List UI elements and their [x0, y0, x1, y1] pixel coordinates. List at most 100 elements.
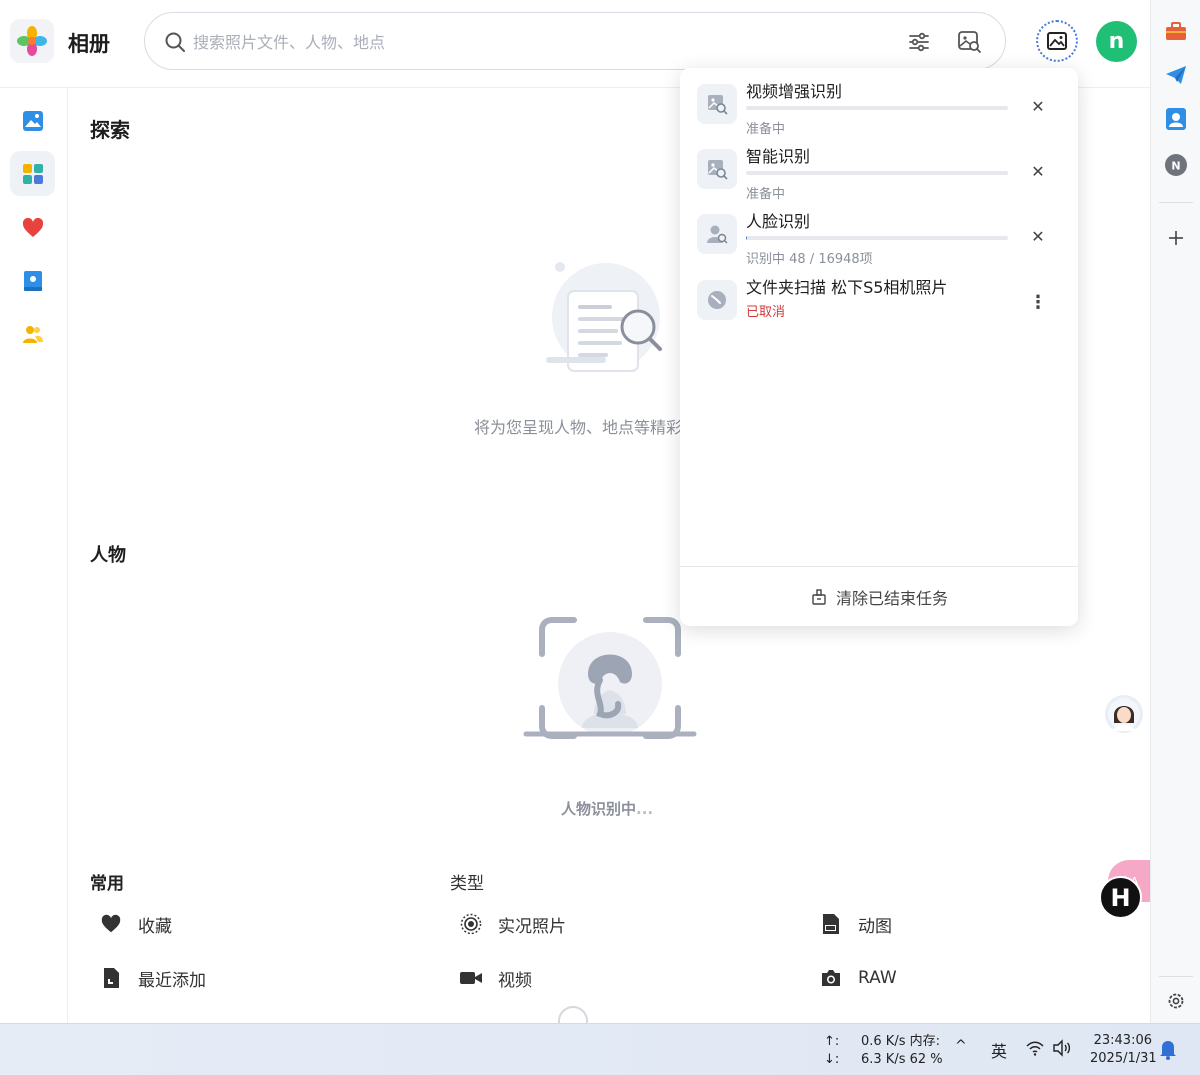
photo-landscape-icon: [22, 110, 43, 131]
send-paper-plane-icon[interactable]: [1163, 62, 1189, 88]
image-search-icon: [697, 84, 737, 124]
nav-photos[interactable]: [10, 98, 55, 143]
broom-clear-icon: [810, 588, 828, 606]
people-status-dots: ...: [636, 800, 654, 818]
image-icon: [1047, 32, 1067, 50]
heart-icon: [98, 911, 124, 937]
nav-shared[interactable]: [10, 311, 55, 356]
category-recently-added[interactable]: 最近添加: [98, 963, 206, 993]
upload-arrow-label: ↑:: [824, 1034, 840, 1049]
live-photo-icon: [458, 911, 484, 937]
clear-finished-tasks-label: 清除已结束任务: [835, 588, 948, 608]
n-extension-label: N: [1171, 160, 1180, 173]
background-tasks-panel: 视频增强识别 准备中 ✕ 智能识别 准备中 ✕ 人脸识别 识别中 48 / 16…: [680, 68, 1078, 626]
system-taskbar: ↑: ↓: 0.6 K/s 内存: 6.3 K/s 62 % ^ 英 23:43…: [0, 1023, 1200, 1075]
people-recognizing-text: 人物识别中...: [561, 798, 653, 819]
n-extension-icon[interactable]: N: [1163, 152, 1189, 178]
task-name: 文件夹扫描 松下S5相机照片: [746, 278, 948, 297]
settings-gear-icon[interactable]: [1163, 988, 1189, 1014]
video-camera-icon: [458, 965, 484, 991]
volume-icon[interactable]: [1052, 1038, 1072, 1058]
category-label: RAW: [858, 968, 897, 988]
task-progress-fill: [746, 236, 747, 240]
task-row: 视频增强识别 准备中 ✕: [680, 68, 1078, 137]
search-box[interactable]: [144, 12, 1006, 70]
show-hidden-icons-chevron-icon[interactable]: ^: [955, 1038, 967, 1054]
recent-file-icon: [98, 965, 124, 991]
task-row: 人脸识别 识别中 48 / 16948项 ✕: [680, 198, 1078, 267]
task-progress-bar: [746, 106, 1008, 110]
app-logo-icon: [10, 19, 54, 63]
category-live-photos[interactable]: 实况照片: [458, 909, 566, 939]
category-videos[interactable]: 视频: [458, 963, 532, 993]
category-label: 动图: [858, 916, 892, 937]
close-icon[interactable]: ✕: [1028, 96, 1048, 116]
net-download-memory: 6.3 K/s 62 %: [861, 1052, 943, 1067]
task-name: 智能识别: [746, 147, 811, 166]
clear-finished-tasks-button[interactable]: 清除已结束任务: [680, 566, 1078, 626]
net-arrows: ↑: ↓:: [824, 1033, 839, 1069]
app-title: 相册: [68, 32, 110, 56]
rail-divider: [1159, 202, 1193, 203]
explore-title: 探索: [90, 118, 130, 142]
filter-sliders-icon[interactable]: [907, 30, 931, 54]
task-row: 文件夹扫描 松下S5相机照片 已取消 ⋮: [680, 264, 1078, 326]
category-label: 最近添加: [138, 970, 206, 991]
search-icon: [165, 32, 185, 52]
category-label: 实况照片: [498, 916, 566, 937]
people-title: 人物: [90, 545, 126, 566]
task-status: 已取消: [746, 305, 786, 320]
album-book-icon: [23, 270, 42, 291]
left-nav: [0, 88, 68, 1023]
task-row: 智能识别 准备中 ✕: [680, 133, 1078, 202]
net-upload-memory: 0.6 K/s 内存:: [861, 1034, 940, 1049]
image-search-icon[interactable]: [957, 29, 983, 55]
face-search-icon: [697, 214, 737, 254]
task-name: 视频增强识别: [746, 82, 843, 101]
scroll-indicator[interactable]: [558, 1006, 588, 1023]
category-gif[interactable]: 动图: [818, 909, 892, 939]
wifi-icon[interactable]: [1025, 1038, 1045, 1058]
clock-time: 23:43:06: [1093, 1033, 1152, 1048]
download-arrow-label: ↓:: [824, 1052, 840, 1067]
people-icon: [22, 325, 43, 343]
gif-icon: [818, 911, 844, 937]
category-favorites[interactable]: 收藏: [98, 909, 172, 939]
people-status-label: 人物识别中: [561, 800, 637, 818]
notification-bell-icon[interactable]: [1158, 1038, 1178, 1060]
category-label: 视频: [498, 970, 532, 991]
explore-grid-icon: [22, 163, 43, 184]
clock-date: 2025/1/31: [1090, 1051, 1157, 1066]
task-progress-bar: [746, 236, 1008, 240]
h-widget-button[interactable]: H: [1099, 876, 1142, 919]
rail-divider: [1159, 976, 1193, 977]
task-name: 人脸识别: [746, 212, 811, 231]
assistant-avatar-icon[interactable]: [1105, 695, 1143, 733]
face-scan-icon: [523, 617, 697, 739]
image-search-icon: [697, 149, 737, 189]
folder-scan-clock-icon: [697, 280, 737, 320]
heart-icon: [22, 217, 43, 237]
contact-card-icon[interactable]: [1163, 106, 1189, 132]
user-avatar[interactable]: n: [1096, 21, 1137, 62]
toolbox-icon[interactable]: [1163, 18, 1189, 44]
explore-empty-text: 将为您呈现人物、地点等精彩内容: [474, 418, 715, 437]
nav-favorites[interactable]: [10, 205, 55, 250]
task-progress-bar: [746, 171, 1008, 175]
common-title: 常用: [90, 874, 124, 894]
input-method-indicator[interactable]: 英: [991, 1038, 1007, 1062]
add-plus-icon[interactable]: [1163, 225, 1189, 251]
close-icon[interactable]: ✕: [1028, 161, 1048, 181]
network-monitor[interactable]: 0.6 K/s 内存: 6.3 K/s 62 %: [861, 1033, 943, 1069]
category-raw[interactable]: RAW: [818, 963, 897, 993]
background-tasks-button[interactable]: [1036, 20, 1078, 62]
close-icon[interactable]: ✕: [1028, 226, 1048, 246]
types-title: 类型: [450, 874, 484, 894]
nav-explore[interactable]: [10, 151, 55, 196]
camera-icon: [818, 965, 844, 991]
more-vertical-icon[interactable]: ⋮: [1028, 290, 1048, 314]
nav-albums[interactable]: [10, 258, 55, 303]
category-label: 收藏: [138, 916, 172, 937]
system-clock[interactable]: 23:43:06 2025/1/31: [1090, 1032, 1157, 1068]
search-input[interactable]: [193, 27, 893, 57]
